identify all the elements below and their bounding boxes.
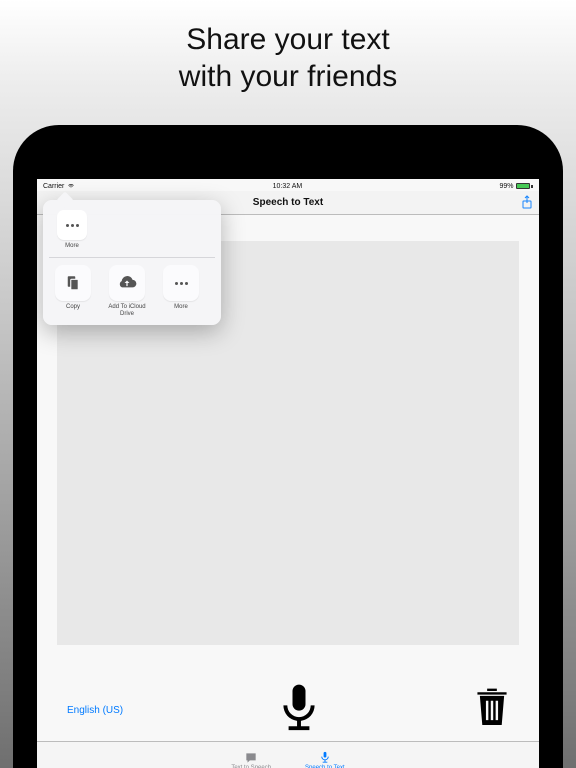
share-activity-more-label: More [65, 243, 79, 249]
share-action-more-label: More [174, 304, 188, 310]
tab-text-to-speech[interactable]: Text to Speech [231, 751, 271, 768]
tablet-frame: Carrier 10:32 AM 99% Speech to Text [13, 125, 563, 768]
wifi-icon [67, 183, 75, 189]
tab-bar: Text to Speech Speech to Text [37, 741, 539, 768]
page-title: Speech to Text [253, 197, 323, 208]
trash-icon [475, 688, 509, 728]
cloud-upload-icon [117, 274, 137, 292]
delete-button[interactable] [475, 688, 509, 733]
microphone-icon [278, 682, 320, 734]
battery-icon [516, 183, 533, 189]
share-action-icloud-label: Add To iCloud Drive [103, 304, 151, 317]
record-button[interactable] [278, 682, 320, 739]
status-time: 10:32 AM [273, 183, 303, 190]
share-popover: More Copy [43, 200, 221, 325]
more-icon [66, 224, 79, 227]
language-button[interactable]: English (US) [67, 705, 123, 716]
copy-icon [64, 274, 82, 292]
microphone-icon [318, 751, 332, 765]
tab-speech-to-text[interactable]: Speech to Text [305, 751, 345, 768]
promo-line1: Share your text [179, 22, 397, 59]
promo-headline: Share your text with your friends [179, 22, 397, 95]
share-activity-more[interactable]: More [51, 210, 93, 249]
more-icon [175, 282, 188, 285]
promo-line2: with your friends [179, 59, 397, 96]
battery-percent: 99% [499, 183, 513, 190]
share-action-more[interactable]: More [157, 265, 205, 317]
carrier-label: Carrier [43, 183, 64, 190]
status-bar: Carrier 10:32 AM 99% [37, 179, 539, 191]
share-action-copy[interactable]: Copy [49, 265, 97, 317]
share-icon [521, 195, 533, 209]
share-action-icloud[interactable]: Add To iCloud Drive [103, 265, 151, 317]
share-action-copy-label: Copy [66, 304, 80, 310]
speech-bubble-icon [244, 751, 258, 765]
app-screen: Carrier 10:32 AM 99% Speech to Text [37, 179, 539, 768]
share-button[interactable] [521, 195, 533, 212]
